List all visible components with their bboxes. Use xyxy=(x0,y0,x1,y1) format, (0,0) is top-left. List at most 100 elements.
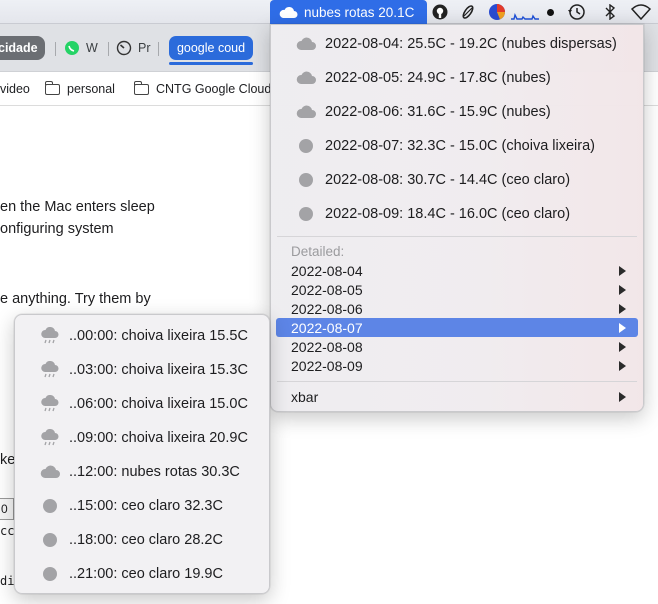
circle-icon xyxy=(295,171,317,189)
hourly-item[interactable]: ..12:00: nubes rotas 30.3C xyxy=(15,455,271,489)
bookmark-cntg-google-cloud[interactable]: CNTG Google Cloud xyxy=(133,72,271,106)
hourly-text: ..00:00: choiva lixeira 15.5C xyxy=(69,328,248,344)
input-value: 0 xyxy=(1,502,8,516)
cloud-icon xyxy=(279,6,298,18)
content-text-line: onfiguring system xyxy=(0,221,114,237)
tab-divider xyxy=(158,42,159,56)
submenu-label: 2022-08-09 xyxy=(291,357,363,374)
content-text-line: en the Mac enters sleep xyxy=(0,199,155,215)
circle-icon xyxy=(295,137,317,155)
submenu-label: xbar xyxy=(291,388,319,405)
cloud-icon xyxy=(296,37,316,50)
xbar-submenu-item[interactable]: xbar xyxy=(276,387,638,406)
forecast-text: 2022-08-06: 31.6C - 15.9C (nubes) xyxy=(325,104,551,120)
folder-icon xyxy=(44,80,60,95)
hourly-item[interactable]: ..21:00: ceo claro 19.9C xyxy=(15,557,271,591)
hourly-text: ..15:00: ceo claro 32.3C xyxy=(69,498,223,514)
hourly-text: ..12:00: nubes rotas 30.3C xyxy=(69,464,240,480)
forecast-text: 2022-08-07: 32.3C - 15.0C (choiva lixeir… xyxy=(325,138,595,154)
tab-whatsapp[interactable]: W xyxy=(64,36,98,60)
circle-icon xyxy=(39,565,61,583)
submenu-label: 2022-08-05 xyxy=(291,281,363,298)
menu-divider xyxy=(277,236,637,237)
hourly-text: ..06:00: choiva lixeira 15.0C xyxy=(69,396,248,412)
forecast-item[interactable]: 2022-08-04: 25.5C - 19.2C (nubes dispers… xyxy=(271,27,645,61)
tab-group-label: google coud xyxy=(176,41,246,55)
hourly-text: ..21:00: ceo claro 19.9C xyxy=(69,566,223,582)
circle-icon xyxy=(39,497,61,515)
pie-chart-icon[interactable] xyxy=(487,2,507,22)
detailed-submenu-item-selected[interactable]: 2022-08-07 xyxy=(276,318,638,337)
detailed-submenu-item[interactable]: 2022-08-08 xyxy=(276,337,638,356)
rain-cloud-icon xyxy=(41,395,59,412)
hourly-item[interactable]: ..18:00: ceo claro 28.2C xyxy=(15,523,271,557)
forecast-text: 2022-08-04: 25.5C - 19.2C (nubes dispers… xyxy=(325,36,617,52)
rain-cloud-icon xyxy=(41,327,59,344)
submenu-arrow-icon xyxy=(619,323,626,333)
submenu-label: 2022-08-07 xyxy=(291,319,363,336)
menu-bar: nubes rotas 20.1C xyxy=(0,0,658,24)
weather-dropdown-menu: 2022-08-04: 25.5C - 19.2C (nubes dispers… xyxy=(270,24,644,412)
bookmark-video[interactable]: video xyxy=(0,72,30,106)
hourly-text: ..03:00: choiva lixeira 15.3C xyxy=(69,362,248,378)
hourly-text: ..18:00: ceo claro 28.2C xyxy=(69,532,223,548)
submenu-arrow-icon xyxy=(619,285,626,295)
dot-icon[interactable] xyxy=(544,2,556,22)
github-icon[interactable] xyxy=(431,2,449,22)
text-input-fragment[interactable]: 0 xyxy=(0,498,14,520)
tab-group-underline xyxy=(169,62,253,65)
hourly-item[interactable]: ..03:00: choiva lixeira 15.3C xyxy=(15,353,271,387)
tab-pr[interactable]: Pr xyxy=(116,36,151,60)
circle-icon xyxy=(295,205,317,223)
hourly-item[interactable]: ..15:00: ceo claro 32.3C xyxy=(15,489,271,523)
submenu-arrow-icon xyxy=(619,361,626,371)
content-text-line: e anything. Try them by xyxy=(0,291,151,307)
tab-divider xyxy=(55,42,56,56)
rain-cloud-icon xyxy=(41,429,59,446)
whatsapp-icon xyxy=(65,41,79,55)
code-text-line: di xyxy=(0,574,15,588)
cloud-icon xyxy=(296,105,316,118)
activity-graph-icon[interactable] xyxy=(510,2,540,22)
bookmark-personal[interactable]: personal xyxy=(44,72,115,106)
submenu-label: 2022-08-08 xyxy=(291,338,363,355)
tab-group-label: cidade xyxy=(0,41,38,55)
submenu-arrow-icon xyxy=(619,342,626,352)
forecast-item[interactable]: 2022-08-06: 31.6C - 15.9C (nubes) xyxy=(271,95,645,129)
speedometer-icon xyxy=(116,40,132,56)
time-machine-icon[interactable] xyxy=(566,2,588,22)
detailed-submenu-item[interactable]: 2022-08-04 xyxy=(276,261,638,280)
bluetooth-icon[interactable] xyxy=(602,2,618,22)
forecast-item[interactable]: 2022-08-07: 32.3C - 15.0C (choiva lixeir… xyxy=(271,129,645,163)
detailed-submenu-item[interactable]: 2022-08-05 xyxy=(276,280,638,299)
bookmark-label: video xyxy=(0,82,30,96)
cloud-icon xyxy=(296,71,316,84)
forecast-item[interactable]: 2022-08-09: 18.4C - 16.0C (ceo claro) xyxy=(271,197,645,231)
hourly-item[interactable]: ..09:00: choiva lixeira 20.9C xyxy=(15,421,271,455)
detailed-submenu-item[interactable]: 2022-08-06 xyxy=(276,299,638,318)
weather-status-item[interactable]: nubes rotas 20.1C xyxy=(270,0,427,24)
wifi-icon[interactable] xyxy=(630,2,652,22)
hourly-item[interactable]: ..00:00: choiva lixeira 15.5C xyxy=(15,319,271,353)
circle-icon xyxy=(39,531,61,549)
forecast-text: 2022-08-09: 18.4C - 16.0C (ceo claro) xyxy=(325,206,571,222)
weather-status-label: nubes rotas 20.1C xyxy=(304,4,415,20)
tab-label: W xyxy=(86,41,98,55)
forecast-item[interactable]: 2022-08-05: 24.9C - 17.8C (nubes) xyxy=(271,61,645,95)
forecast-text: 2022-08-05: 24.9C - 17.8C (nubes) xyxy=(325,70,551,86)
tab-divider xyxy=(108,42,109,56)
forecast-item[interactable]: 2022-08-08: 30.7C - 14.4C (ceo claro) xyxy=(271,163,645,197)
submenu-arrow-icon xyxy=(619,304,626,314)
rain-cloud-icon xyxy=(41,361,59,378)
cloud-icon xyxy=(40,465,60,478)
tab-group-google-coud[interactable]: google coud xyxy=(169,36,253,60)
submenu-arrow-icon xyxy=(619,392,626,402)
submenu-label: 2022-08-04 xyxy=(291,262,363,279)
tab-label: Pr xyxy=(138,41,151,55)
tab-group-cidade[interactable]: cidade xyxy=(0,36,45,60)
bookmark-label: personal xyxy=(67,82,115,96)
detailed-submenu-item[interactable]: 2022-08-09 xyxy=(276,356,638,375)
hourly-item[interactable]: ..06:00: choiva lixeira 15.0C xyxy=(15,387,271,421)
folder-icon xyxy=(133,80,149,95)
hotdog-icon[interactable] xyxy=(459,2,477,22)
